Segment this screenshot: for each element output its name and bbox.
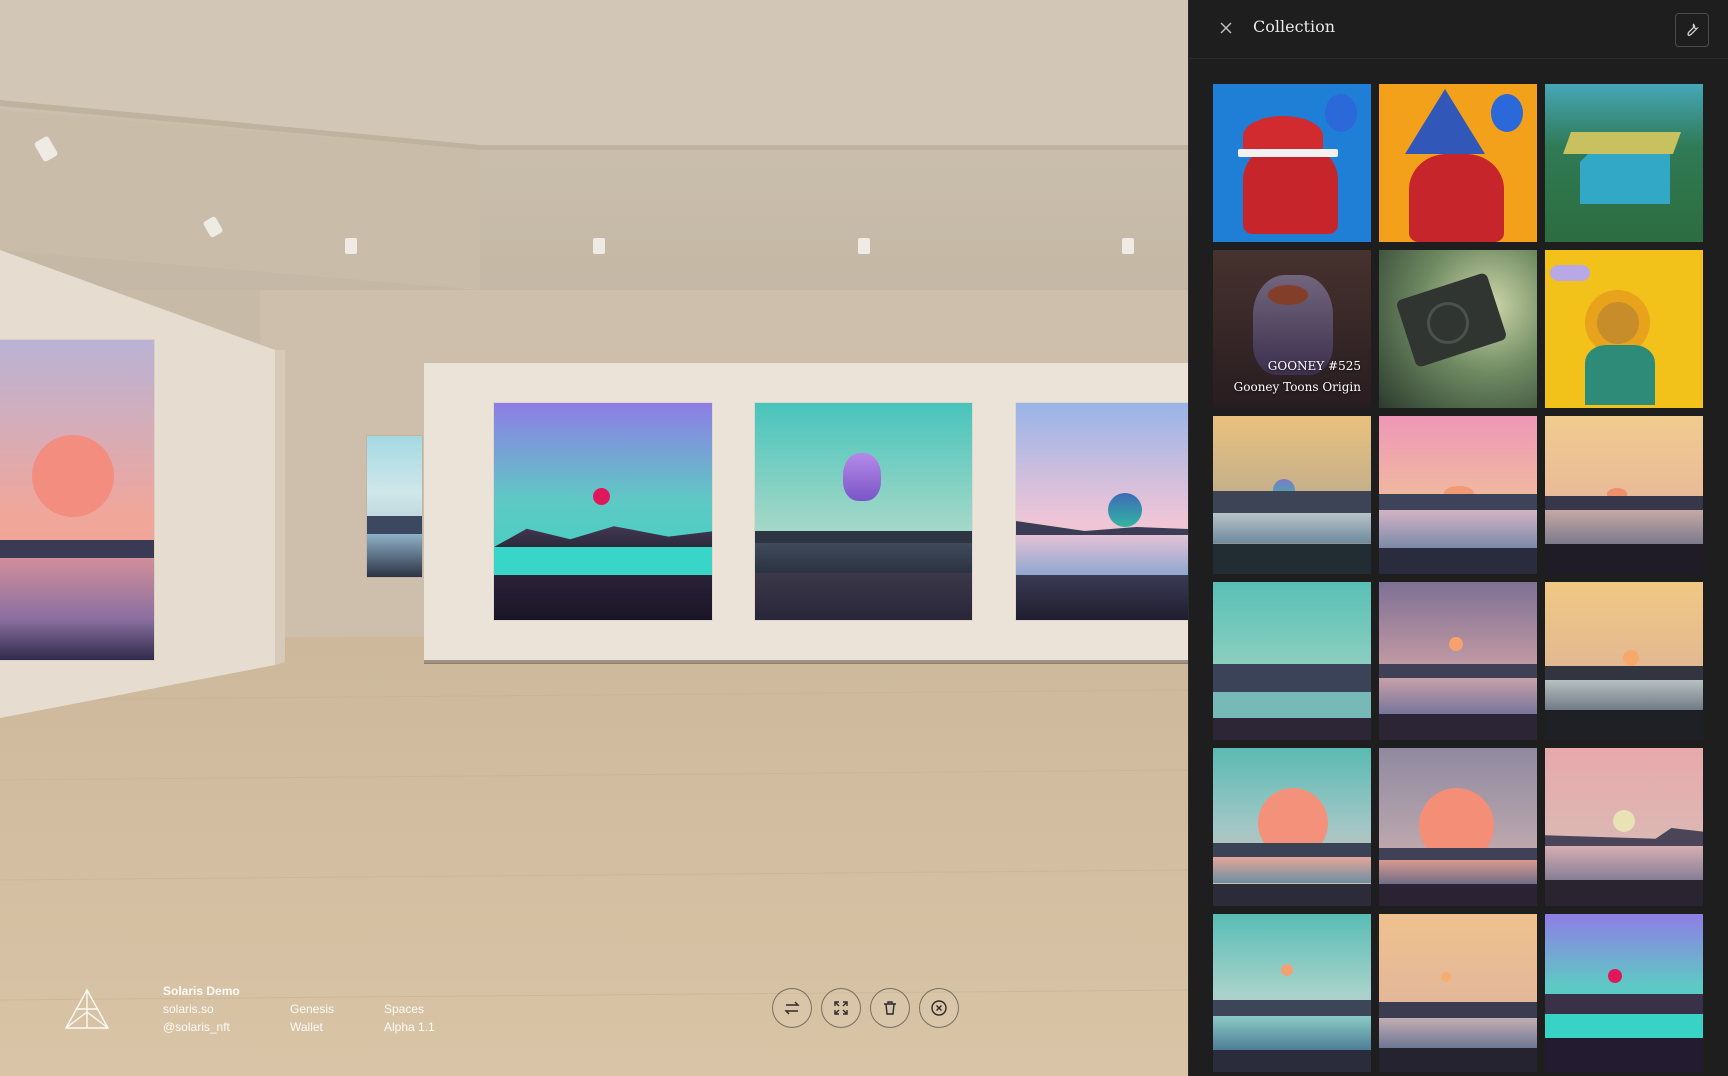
version-label: Alpha 1.1 bbox=[384, 1020, 435, 1034]
collection-item[interactable] bbox=[1545, 416, 1703, 574]
collection-item[interactable] bbox=[1379, 582, 1537, 740]
collection-item[interactable] bbox=[1379, 250, 1537, 408]
footer-spaces: Spaces Alpha 1.1 bbox=[384, 1000, 435, 1036]
tile-caption-name: GOONEY #525 bbox=[1267, 359, 1361, 373]
tile-caption-collection: Gooney Toons Origin bbox=[1233, 380, 1361, 394]
account-handle-link[interactable]: @solaris_nft bbox=[163, 1018, 240, 1036]
collection-item[interactable] bbox=[1545, 914, 1703, 1072]
collection-grid: GOONEY #525 Gooney Toons Origin bbox=[1213, 84, 1703, 1072]
artwork-purple-sky[interactable] bbox=[494, 403, 712, 620]
wallet-link[interactable]: Wallet bbox=[290, 1018, 334, 1036]
collection-item[interactable] bbox=[1379, 84, 1537, 242]
artwork-statue-head[interactable] bbox=[755, 403, 972, 620]
delete-button[interactable] bbox=[870, 988, 910, 1028]
account-site-link[interactable]: solaris.so bbox=[163, 1000, 240, 1018]
collection-item[interactable] bbox=[1379, 416, 1537, 574]
collection-item[interactable] bbox=[1213, 914, 1371, 1072]
spaces-link[interactable]: Spaces bbox=[384, 1000, 435, 1018]
swap-button[interactable] bbox=[772, 988, 812, 1028]
trash-icon bbox=[884, 1001, 896, 1015]
expand-icon bbox=[834, 1001, 848, 1015]
collection-item[interactable] bbox=[1379, 914, 1537, 1072]
collection-item[interactable] bbox=[1545, 748, 1703, 906]
tile-caption: GOONEY #525 Gooney Toons Origin bbox=[1234, 356, 1361, 398]
collection-item[interactable] bbox=[1213, 416, 1371, 574]
genesis-link[interactable]: Genesis bbox=[290, 1000, 334, 1018]
collection-item[interactable] bbox=[1545, 582, 1703, 740]
collection-item[interactable] bbox=[1379, 748, 1537, 906]
collection-item[interactable] bbox=[1213, 84, 1371, 242]
artwork-controls bbox=[772, 988, 959, 1028]
solaris-logo-icon bbox=[64, 988, 110, 1029]
footer-account: Solaris Demo solaris.so @solaris_nft bbox=[163, 982, 240, 1036]
account-name: Solaris Demo bbox=[163, 984, 240, 998]
fullscreen-button[interactable] bbox=[821, 988, 861, 1028]
collection-item[interactable] bbox=[1213, 748, 1371, 906]
footer-genesis: Genesis Wallet bbox=[290, 1000, 334, 1036]
collection-item[interactable]: GOONEY #525 Gooney Toons Origin bbox=[1213, 250, 1371, 408]
close-icon[interactable] bbox=[1215, 17, 1237, 39]
artwork-far-wall[interactable] bbox=[367, 436, 422, 577]
collection-item[interactable] bbox=[1213, 582, 1371, 740]
swap-icon bbox=[784, 1001, 800, 1015]
panel-title: Collection bbox=[1253, 17, 1336, 36]
gallery-scene[interactable] bbox=[0, 0, 1188, 1076]
remove-button[interactable] bbox=[919, 988, 959, 1028]
wrench-icon bbox=[1687, 23, 1700, 37]
settings-button[interactable] bbox=[1675, 13, 1709, 47]
panel-header: Collection bbox=[1189, 0, 1728, 59]
collection-item[interactable] bbox=[1545, 84, 1703, 242]
artwork-left-wall[interactable] bbox=[0, 340, 154, 660]
artwork-pink-sky[interactable] bbox=[1016, 403, 1188, 620]
close-circle-icon bbox=[931, 1000, 947, 1016]
collection-item[interactable] bbox=[1545, 250, 1703, 408]
collection-panel: Collection GOONEY #525 Gooney Toons Orig… bbox=[1188, 0, 1728, 1076]
